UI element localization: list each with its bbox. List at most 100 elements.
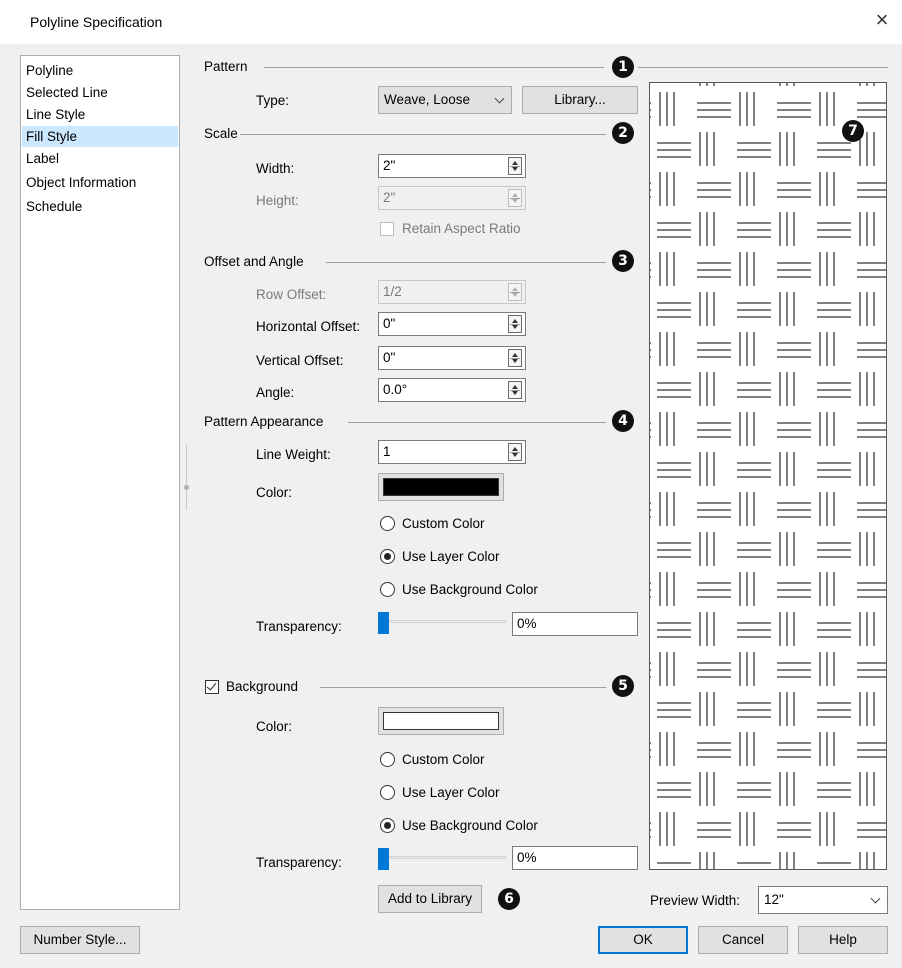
nav-item-fill-style[interactable]: Fill Style <box>22 126 178 147</box>
background-radio-layer-color[interactable] <box>380 785 395 800</box>
callout-2: 2 <box>612 122 634 144</box>
callout-7: 7 <box>842 120 864 142</box>
retain-aspect-checkbox[interactable] <box>380 222 394 236</box>
pattern-radio-custom-color[interactable] <box>380 516 395 531</box>
preview-width-value: 12" <box>764 892 784 907</box>
background-header: Background <box>226 679 299 694</box>
background-transparency-track[interactable] <box>378 856 506 859</box>
cancel-button[interactable]: Cancel <box>698 926 788 954</box>
background-color-label: Color: <box>256 719 293 734</box>
background-radio-background-color[interactable] <box>380 818 395 833</box>
pattern-radio-layer-color[interactable] <box>380 549 395 564</box>
line-weight-spinner[interactable] <box>508 443 522 461</box>
help-button[interactable]: Help <box>798 926 888 954</box>
background-transparency-slider[interactable] <box>378 848 389 870</box>
horizontal-offset-value: 0" <box>383 316 396 331</box>
weave-pattern-preview <box>650 83 886 869</box>
pattern-divider-right <box>638 67 888 68</box>
chevron-down-icon <box>870 893 881 904</box>
pattern-type-dropdown[interactable]: Weave, Loose <box>378 86 512 114</box>
background-radio-background-label: Use Background Color <box>402 818 538 833</box>
nav-item-schedule[interactable]: Schedule <box>22 196 178 217</box>
pattern-radio-custom-label: Custom Color <box>402 516 485 531</box>
panel-splitter[interactable] <box>186 445 189 510</box>
width-spinner[interactable] <box>508 157 522 175</box>
preview-width-dropdown[interactable]: 12" <box>758 886 888 914</box>
window-title: Polyline Specification <box>30 14 163 30</box>
scale-header: Scale <box>204 126 238 141</box>
angle-value: 0.0° <box>383 382 408 397</box>
nav-item-polyline[interactable]: Polyline <box>22 60 178 81</box>
splitter-grip[interactable] <box>184 485 189 490</box>
background-transparency-field[interactable]: 0% <box>512 846 638 870</box>
vertical-offset-spinner[interactable] <box>508 349 522 367</box>
pattern-transparency-label: Transparency: <box>256 619 342 634</box>
pattern-radio-layer-label: Use Layer Color <box>402 549 500 564</box>
vertical-offset-value: 0" <box>383 350 396 365</box>
title-bar: Polyline Specification × <box>0 0 902 44</box>
angle-field[interactable]: 0.0° <box>378 378 526 402</box>
vertical-offset-label: Vertical Offset: <box>256 353 344 368</box>
background-transparency-label: Transparency: <box>256 855 342 870</box>
preview-width-label: Preview Width: <box>650 893 741 908</box>
pattern-transparency-field[interactable]: 0% <box>512 612 638 636</box>
library-button[interactable]: Library... <box>522 86 638 114</box>
height-field[interactable]: 2" <box>378 186 526 210</box>
pattern-radio-background-color[interactable] <box>380 582 395 597</box>
nav-item-line-style[interactable]: Line Style <box>22 104 178 125</box>
callout-5: 5 <box>612 675 634 697</box>
appearance-header: Pattern Appearance <box>204 414 324 429</box>
callout-3: 3 <box>612 250 634 272</box>
nav-item-selected-line[interactable]: Selected Line <box>22 82 178 103</box>
width-field[interactable]: 2" <box>378 154 526 178</box>
appearance-divider <box>348 422 606 423</box>
background-radio-custom-label: Custom Color <box>402 752 485 767</box>
pattern-preview <box>649 82 887 870</box>
vertical-offset-field[interactable]: 0" <box>378 346 526 370</box>
background-color-swatch <box>383 712 499 730</box>
offset-divider <box>326 262 606 263</box>
background-color-button[interactable] <box>378 707 504 735</box>
background-checkbox[interactable] <box>205 680 219 694</box>
pattern-radio-background-label: Use Background Color <box>402 582 538 597</box>
height-value: 2" <box>383 190 396 205</box>
pattern-transparency-track[interactable] <box>378 620 506 623</box>
horizontal-offset-field[interactable]: 0" <box>378 312 526 336</box>
retain-aspect-label: Retain Aspect Ratio <box>402 221 521 236</box>
row-offset-spinner[interactable] <box>508 283 522 301</box>
angle-label: Angle: <box>256 385 295 400</box>
background-radio-layer-label: Use Layer Color <box>402 785 500 800</box>
number-style-button[interactable]: Number Style... <box>20 926 140 954</box>
pattern-transparency-slider[interactable] <box>378 612 389 634</box>
nav-item-label[interactable]: Label <box>22 148 178 169</box>
category-list[interactable]: Polyline Selected Line Line Style Fill S… <box>20 55 180 910</box>
pattern-color-swatch <box>383 478 499 496</box>
callout-1: 1 <box>612 56 634 78</box>
nav-item-object-information[interactable]: Object Information <box>22 172 178 193</box>
background-radio-custom-color[interactable] <box>380 752 395 767</box>
line-weight-value: 1 <box>383 444 391 459</box>
pattern-type-value: Weave, Loose <box>384 92 471 107</box>
row-offset-field[interactable]: 1/2 <box>378 280 526 304</box>
callout-6: 6 <box>498 888 520 910</box>
horizontal-offset-spinner[interactable] <box>508 315 522 333</box>
scale-divider <box>240 134 606 135</box>
pattern-divider <box>264 67 604 68</box>
width-value: 2" <box>383 158 396 173</box>
height-spinner[interactable] <box>508 189 522 207</box>
angle-spinner[interactable] <box>508 381 522 399</box>
offset-header: Offset and Angle <box>204 254 304 269</box>
callout-4: 4 <box>612 410 634 432</box>
background-divider <box>320 687 606 688</box>
width-label: Width: <box>256 161 295 176</box>
row-offset-label: Row Offset: <box>256 287 327 302</box>
pattern-header: Pattern <box>204 59 248 74</box>
line-weight-field[interactable]: 1 <box>378 440 526 464</box>
type-label: Type: <box>256 93 290 108</box>
add-to-library-button[interactable]: Add to Library <box>378 885 482 913</box>
close-icon[interactable]: × <box>870 8 894 32</box>
ok-button[interactable]: OK <box>598 926 688 954</box>
horizontal-offset-label: Horizontal Offset: <box>256 319 361 334</box>
pattern-color-button[interactable] <box>378 473 504 501</box>
row-offset-value: 1/2 <box>383 284 402 299</box>
